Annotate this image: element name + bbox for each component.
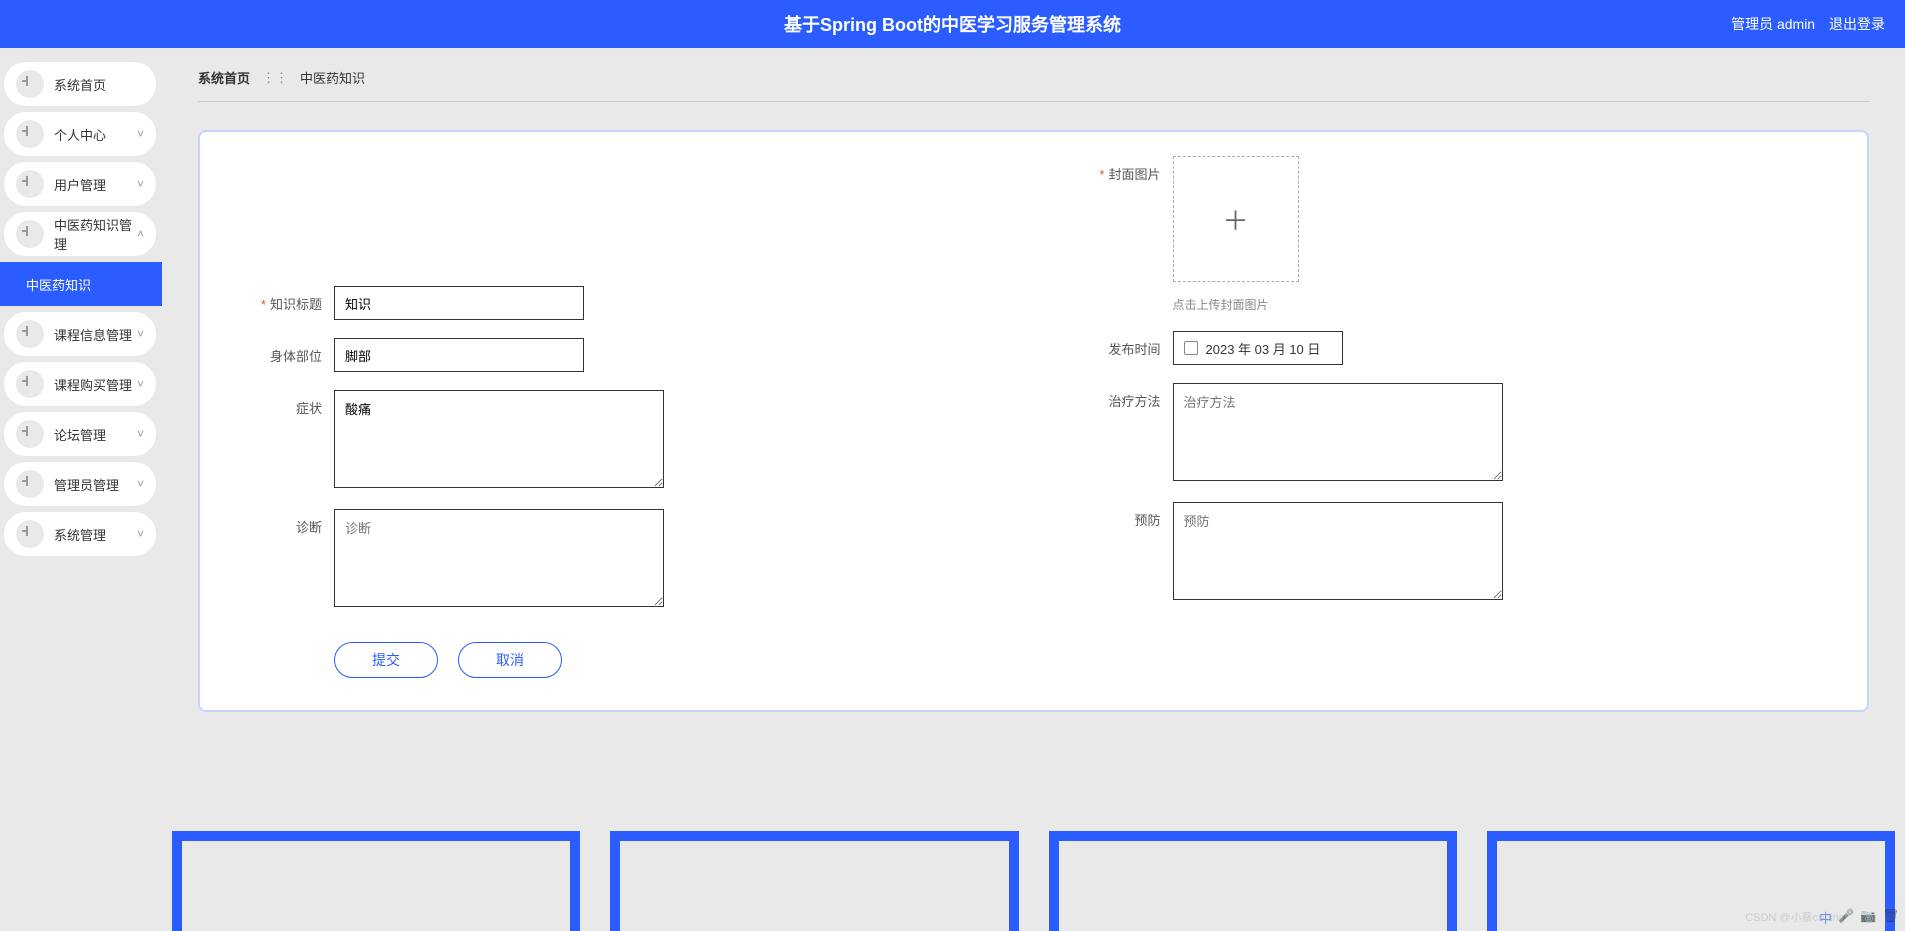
menu-icon — [16, 520, 44, 548]
body-label: 身体部位 — [240, 338, 334, 365]
menu-icon — [16, 370, 44, 398]
breadcrumb-separator-icon: ⋮⋮ — [262, 70, 288, 86]
chevron-down-icon: ˅ — [137, 527, 144, 541]
header-user-area: 管理员 admin 退出登录 — [1721, 14, 1885, 34]
menu-icon — [16, 170, 44, 198]
sidebar-item-system[interactable]: 系统管理 ˅ — [4, 512, 156, 556]
sidebar: 系统首页 个人中心 ˅ 用户管理 ˅ 中医药知识管理 ˄ 中医药知识 课程信息管… — [0, 48, 162, 931]
menu-icon — [16, 320, 44, 348]
background-decoration — [162, 811, 1905, 931]
chevron-down-icon: ˅ — [137, 427, 144, 441]
sidebar-item-profile[interactable]: 个人中心 ˅ — [4, 112, 156, 156]
breadcrumb-current: 中医药知识 — [300, 68, 365, 87]
logout-link[interactable]: 退出登录 — [1829, 16, 1885, 32]
diagnosis-label: 诊断 — [240, 509, 334, 536]
sidebar-item-tcm-knowledge[interactable]: 中医药知识管理 ˄ — [4, 212, 156, 256]
title-label: *知识标题 — [240, 286, 334, 313]
breadcrumb-home[interactable]: 系统首页 — [198, 68, 250, 87]
cancel-button[interactable]: 取消 — [458, 642, 562, 678]
cover-label: *封面图片 — [1079, 156, 1173, 183]
chevron-down-icon: ˅ — [137, 177, 144, 191]
sidebar-item-admin[interactable]: 管理员管理 ˅ — [4, 462, 156, 506]
cover-upload[interactable]: ＋ — [1173, 156, 1299, 282]
app-header: 基于Spring Boot的中医学习服务管理系统 管理员 admin 退出登录 — [0, 0, 1905, 48]
main-content: 系统首页 ⋮⋮ 中医药知识 *知识标题 身体部位 症状 — [162, 48, 1905, 931]
ime-tray: 中🎤📷🗑 — [1819, 908, 1899, 927]
date-label: 发布时间 — [1079, 331, 1173, 358]
menu-icon — [16, 220, 44, 248]
menu-icon — [16, 70, 44, 98]
menu-icon — [16, 420, 44, 448]
date-input[interactable]: 2023 年 03 月 10 日 — [1173, 331, 1343, 365]
body-part-input[interactable] — [334, 338, 584, 372]
sidebar-item-forum[interactable]: 论坛管理 ˅ — [4, 412, 156, 456]
sidebar-submenu-knowledge[interactable]: 中医药知识 — [0, 262, 162, 306]
sidebar-item-course-info[interactable]: 课程信息管理 ˅ — [4, 312, 156, 356]
app-title: 基于Spring Boot的中医学习服务管理系统 — [784, 11, 1121, 37]
treatment-label: 治疗方法 — [1079, 383, 1173, 410]
sidebar-item-course-purchase[interactable]: 课程购买管理 ˅ — [4, 362, 156, 406]
menu-icon — [16, 120, 44, 148]
symptom-textarea[interactable] — [334, 390, 664, 488]
chevron-up-icon: ˄ — [137, 227, 144, 241]
sidebar-item-home[interactable]: 系统首页 — [4, 62, 156, 106]
chevron-down-icon: ˅ — [137, 477, 144, 491]
diagnosis-textarea[interactable] — [334, 509, 664, 607]
prevention-textarea[interactable] — [1173, 502, 1503, 600]
upload-hint: 点击上传封面图片 — [1173, 296, 1299, 313]
sidebar-item-users[interactable]: 用户管理 ˅ — [4, 162, 156, 206]
plus-icon: ＋ — [1222, 201, 1248, 238]
chevron-down-icon: ˅ — [137, 377, 144, 391]
title-input[interactable] — [334, 286, 584, 320]
symptom-label: 症状 — [240, 390, 334, 417]
form-card: *知识标题 身体部位 症状 诊断 — [198, 130, 1869, 712]
treatment-textarea[interactable] — [1173, 383, 1503, 481]
calendar-icon — [1184, 341, 1198, 355]
submit-button[interactable]: 提交 — [334, 642, 438, 678]
user-role: 管理员 admin — [1731, 16, 1815, 32]
chevron-down-icon: ˅ — [137, 127, 144, 141]
menu-icon — [16, 470, 44, 498]
prevention-label: 预防 — [1079, 502, 1173, 529]
breadcrumb: 系统首页 ⋮⋮ 中医药知识 — [198, 68, 1869, 102]
chevron-down-icon: ˅ — [137, 327, 144, 341]
